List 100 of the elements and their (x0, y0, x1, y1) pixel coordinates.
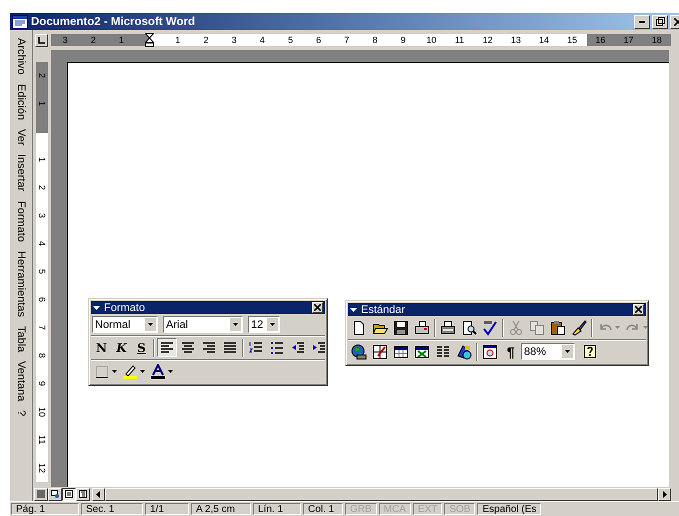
scissors-icon (508, 320, 524, 336)
toolbar-button[interactable]: ¶ (501, 342, 520, 361)
menu-item[interactable]: Ventana (15, 360, 27, 402)
close-icon (314, 304, 321, 311)
justify-icon (222, 340, 238, 356)
ruler-number: 16 (594, 34, 606, 46)
menu-item[interactable]: Ver (15, 128, 27, 146)
ruler-number: 12 (37, 462, 47, 473)
right-arrow-icon[interactable] (662, 490, 667, 498)
dropdown-field[interactable]: Normal (92, 316, 158, 333)
caret-icon (233, 323, 238, 326)
menu-item[interactable]: Insertar (15, 154, 27, 192)
border-icon (94, 364, 110, 380)
restore-icon (656, 17, 664, 26)
bullet-list-icon (269, 340, 285, 356)
ruler-number: 1 (174, 34, 182, 46)
globe-icon (351, 344, 367, 360)
caret-icon (112, 370, 117, 373)
toolbar-button[interactable] (480, 342, 500, 361)
numbered-list-icon (248, 340, 264, 356)
dropdown-triangle-icon[interactable] (350, 308, 357, 312)
close-icon (635, 306, 642, 313)
increase-indent-icon (311, 340, 327, 356)
drawing-shapes-icon (456, 344, 472, 360)
view-icon (79, 490, 87, 498)
view-icon (65, 490, 73, 498)
menu-item[interactable]: Edición (15, 84, 27, 120)
ruler-number: 3 (230, 34, 238, 46)
ruler-number: 9 (37, 381, 47, 386)
ruler-number: 7 (343, 34, 350, 46)
ruler-number: 1 (37, 157, 47, 162)
view-button[interactable] (62, 488, 76, 500)
toolbar-button[interactable] (412, 318, 432, 337)
word-document-icon (12, 14, 28, 28)
font-color-icon (150, 364, 166, 380)
toolbar-button[interactable] (157, 338, 177, 357)
toolbar-button[interactable] (349, 342, 369, 361)
toolbar-button[interactable] (548, 318, 568, 337)
ruler-number: 9 (400, 34, 407, 46)
dropdown-field[interactable]: Arial (163, 316, 243, 333)
caret-icon (148, 323, 153, 326)
ruler-number: 4 (258, 34, 266, 46)
tab-stop-button[interactable] (35, 34, 48, 46)
caret-icon (270, 323, 275, 326)
menu-item[interactable]: Herramientas (15, 250, 27, 317)
close-button[interactable] (633, 304, 644, 315)
toolbar-button[interactable]: S (132, 338, 151, 357)
minimize-icon (639, 20, 645, 22)
ruler-number: 7 (37, 325, 47, 330)
menu-item[interactable]: Archivo (15, 38, 27, 75)
ruler-number: 18 (650, 34, 663, 46)
ruler-number: 2 (37, 185, 47, 190)
ruler-number: 14 (538, 34, 550, 46)
status-field: Col. 1 (303, 503, 343, 515)
status-field: Lín. 1 (253, 503, 301, 515)
toolbar-button[interactable] (370, 342, 390, 361)
status-field: Español (Es (477, 503, 542, 515)
menu-item[interactable]: Tabla (15, 326, 27, 352)
caret-icon (140, 370, 145, 373)
toolbar-button[interactable] (438, 318, 458, 337)
toolbar-title: Formato (104, 302, 146, 314)
indent-marker-icon[interactable] (145, 33, 154, 47)
minimize-button[interactable] (634, 14, 650, 28)
toolbar-button[interactable] (148, 362, 175, 381)
menu-item[interactable]: ? (15, 410, 27, 416)
ruler-number: 2 (202, 34, 210, 46)
window-title: Documento2 - Microsoft Word (31, 16, 196, 28)
ruler-number: 1 (37, 101, 47, 106)
toolbar-title: Estándar (361, 304, 406, 316)
ruler-number: 5 (37, 269, 47, 274)
caret-icon (615, 326, 620, 329)
status-field: Sec. 1 (81, 503, 143, 515)
highlighter-icon (122, 364, 138, 380)
columns-icon (435, 344, 451, 360)
dropdown-field[interactable]: 12 (248, 316, 280, 333)
decrease-indent-icon (290, 340, 306, 356)
ruler-number: 3 (37, 213, 47, 218)
status-field: 1/1 (145, 503, 189, 515)
menu-item[interactable]: Formato (15, 200, 27, 242)
print-preview-icon (461, 320, 477, 336)
close-button[interactable] (312, 302, 323, 313)
caret-icon (565, 350, 570, 353)
dropdown-field[interactable]: 88% (521, 343, 575, 360)
dropdown-triangle-icon[interactable] (93, 306, 100, 310)
toolbar-button[interactable]: N (92, 338, 111, 357)
left-tab-icon (38, 36, 45, 44)
paintbrush-icon (571, 320, 587, 336)
document-map-icon (482, 344, 498, 360)
toolbar-button[interactable] (391, 318, 411, 337)
copy-icon (529, 320, 545, 336)
caret-icon (643, 326, 648, 329)
ruler-number: 11 (37, 435, 47, 445)
ruler-number: 2 (90, 34, 97, 46)
spreadsheet-icon (414, 344, 430, 360)
ruler-number: 17 (622, 34, 635, 46)
ruler-number: 1 (118, 34, 125, 46)
restore-button[interactable] (652, 14, 668, 28)
toolbar-button[interactable]: K (112, 338, 131, 357)
left-arrow-icon[interactable] (96, 490, 100, 498)
horizontal-scrollbar[interactable] (92, 488, 671, 500)
